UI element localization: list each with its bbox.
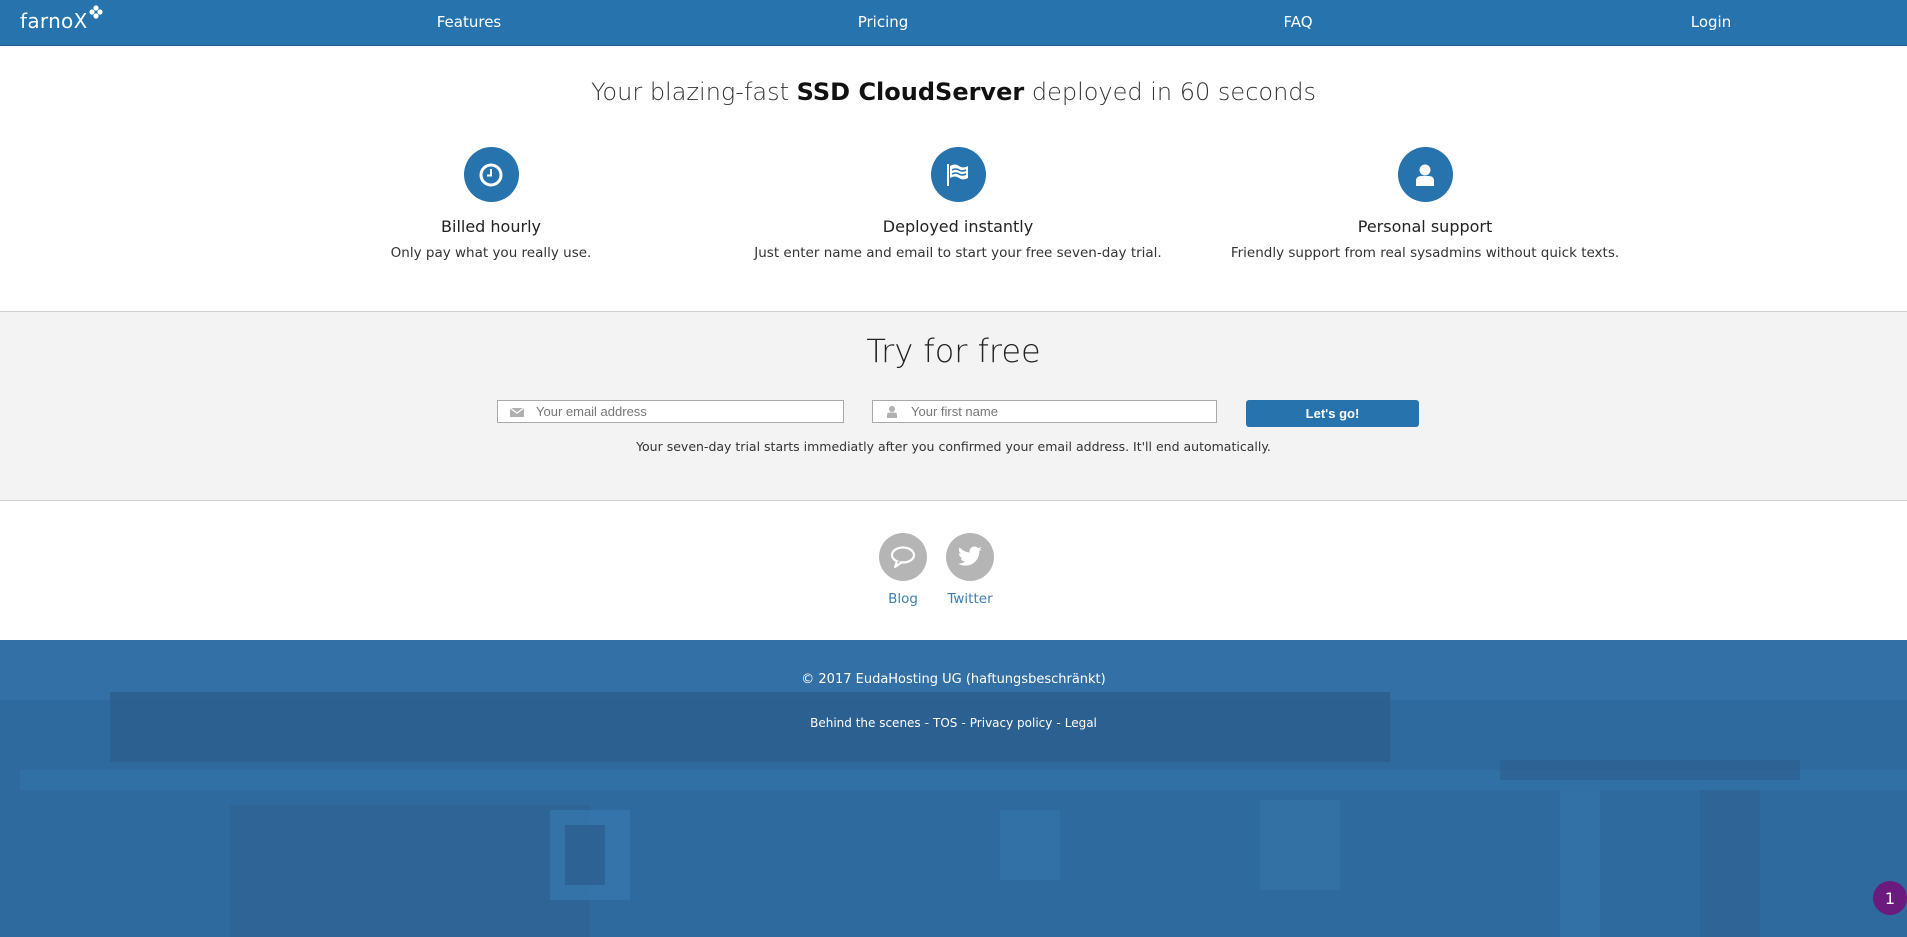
blog-label: Blog	[888, 591, 918, 607]
feature-icon-circle	[930, 147, 986, 202]
name-field-wrapper	[872, 400, 1217, 423]
footer-link-legal[interactable]: Legal	[1065, 716, 1097, 730]
copyright: © 2017 EudaHosting UG (haftungsbeschränk…	[801, 672, 1106, 687]
hero-title-pre: Your blazing-fast	[590, 78, 797, 106]
twitter-label: Twitter	[947, 591, 993, 607]
clock-icon	[479, 163, 503, 186]
lets-go-button[interactable]: Let's go!	[1246, 400, 1419, 427]
feature-description: Friendly support from real sysadmins wit…	[1230, 245, 1620, 261]
feature-personal-support: Personal support Friendly support from r…	[1195, 147, 1655, 261]
hero-title: Your blazing-fast SSD CloudServer deploy…	[0, 78, 1907, 106]
twitter-circle	[946, 533, 994, 581]
user-icon	[1416, 164, 1434, 186]
envelope-icon	[510, 407, 524, 417]
user-small-icon	[887, 406, 897, 418]
nav-pricing[interactable]: Pricing	[858, 13, 909, 31]
flag-icon	[947, 163, 968, 186]
logo[interactable]: farnoX	[20, 9, 88, 33]
footer: © 2017 EudaHosting UG (haftungsbeschränk…	[0, 640, 1907, 937]
blog-link[interactable]: Blog	[878, 533, 928, 607]
feature-title: Personal support	[1357, 217, 1493, 236]
feature-description: Just enter name and email to start your …	[754, 245, 1162, 261]
footer-link-privacy-policy[interactable]: Privacy policy	[970, 716, 1053, 730]
separator: -	[924, 716, 930, 730]
feature-description: Only pay what you really use.	[390, 245, 592, 261]
footer-links: Behind the scenes - TOS - Privacy policy - Leg…	[0, 716, 1907, 730]
nav-features[interactable]: Features	[437, 13, 502, 31]
footer-link-behind-the-scenes[interactable]: Behind the scenes	[810, 716, 921, 730]
feature-title: Deployed instantly	[882, 217, 1034, 236]
feature-icon-circle	[1397, 147, 1453, 202]
nav-faq[interactable]: FAQ	[1283, 13, 1312, 31]
email-field-wrapper	[497, 400, 844, 423]
try-for-free-section: Try for free Let's go! Your seven-day tr…	[0, 311, 1907, 501]
feature-deployed-instantly: Deployed instantly Just enter name and e…	[728, 147, 1188, 261]
hero-title-product: SSD CloudServer	[796, 78, 1025, 106]
feature-billed-hourly: Billed hourly Only pay what you really u…	[261, 147, 721, 261]
top-navbar: farnoX Features Pricing FAQ Login	[0, 0, 1907, 46]
separator: -	[1056, 716, 1061, 730]
twitter-icon	[957, 546, 982, 566]
blog-circle	[879, 533, 927, 581]
trial-note: Your seven-day trial starts immediatly a…	[636, 439, 1271, 454]
first-name-input[interactable]	[911, 401, 1210, 422]
separator: -	[961, 716, 966, 730]
hero-title-post: deployed in 60 seconds	[1024, 78, 1317, 106]
try-title: Try for free	[866, 332, 1041, 370]
clover-logo-icon	[89, 5, 103, 19]
notification-badge[interactable]: 1	[1873, 881, 1907, 915]
nav-login[interactable]: Login	[1691, 13, 1731, 31]
feature-icon-circle	[463, 147, 519, 202]
footer-link-tos[interactable]: TOS	[933, 716, 957, 730]
twitter-link[interactable]: Twitter	[945, 533, 995, 607]
email-input[interactable]	[536, 401, 837, 422]
feature-title: Billed hourly	[441, 217, 541, 236]
speech-bubble-icon	[890, 546, 916, 568]
